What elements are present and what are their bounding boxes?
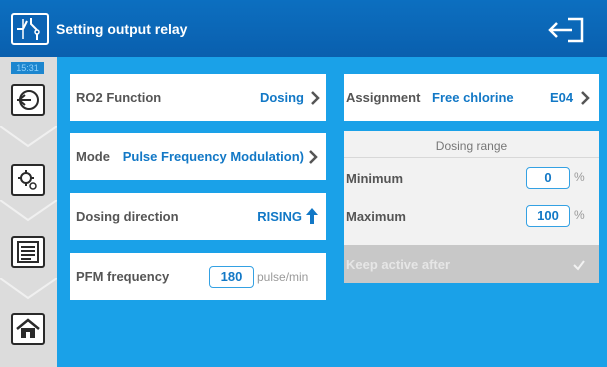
- exit-button[interactable]: [546, 17, 586, 43]
- home-button[interactable]: [11, 313, 45, 345]
- mode-label: Mode: [76, 149, 110, 164]
- direction-label: Dosing direction: [76, 209, 179, 224]
- function-value: Dosing: [259, 90, 304, 105]
- mode-row[interactable]: Mode Pulse Frequency Modulation): [70, 133, 326, 180]
- direction-value: RISING: [257, 209, 302, 224]
- divider-chevron: [0, 278, 57, 300]
- function-row[interactable]: RO2 Function Dosing: [70, 74, 326, 121]
- clock-badge: 15:31: [11, 62, 44, 74]
- mode-value-clip: Pulse Frequency Modulation): [116, 149, 304, 165]
- relay-switch-icon: [11, 13, 49, 45]
- mode-value: Pulse Frequency Modulation): [122, 149, 304, 164]
- chevron-right-icon: [581, 91, 590, 105]
- header-bar: Setting output relay: [0, 0, 607, 57]
- menu-button[interactable]: [11, 236, 45, 268]
- divider: [344, 157, 599, 158]
- pfm-input[interactable]: 180: [209, 266, 254, 288]
- function-label: RO2 Function: [76, 90, 162, 105]
- settings-gear-icon: [18, 170, 37, 190]
- minimum-label: Minimum: [346, 171, 404, 186]
- arrow-up-icon: [306, 208, 318, 224]
- chevron-right-icon: [309, 150, 318, 164]
- checkmark-icon[interactable]: [573, 259, 585, 271]
- assignment-row[interactable]: Assignment Free chlorine E04: [344, 74, 599, 121]
- exit-door-icon: [548, 17, 584, 43]
- maximum-unit: %: [574, 208, 585, 222]
- direction-row[interactable]: Dosing direction RISING: [70, 193, 326, 240]
- back-button[interactable]: [11, 84, 45, 116]
- home-icon: [16, 318, 40, 338]
- menu-list-icon: [17, 241, 39, 263]
- page-title: Setting output relay: [56, 21, 188, 37]
- keep-active-row[interactable]: Keep active after: [344, 245, 599, 283]
- back-arrow-icon: [17, 90, 39, 110]
- assignment-value: Free chlorine: [432, 90, 514, 105]
- maximum-label: Maximum: [346, 209, 406, 224]
- minimum-input[interactable]: 0: [526, 167, 570, 189]
- dosing-range-panel: Dosing range Minimum 0 % Maximum 100 % K…: [344, 131, 599, 283]
- chevron-right-icon: [311, 91, 320, 105]
- minimum-unit: %: [574, 170, 585, 184]
- pfm-row: PFM frequency 180 pulse/min: [70, 253, 326, 300]
- maximum-input[interactable]: 100: [526, 205, 570, 227]
- assignment-code: E04: [550, 90, 574, 105]
- pfm-label: PFM frequency: [76, 269, 170, 284]
- pfm-unit: pulse/min: [257, 270, 309, 284]
- keep-active-label: Keep active after: [346, 257, 451, 272]
- range-title: Dosing range: [435, 139, 508, 153]
- assignment-label: Assignment: [346, 90, 421, 105]
- settings-button[interactable]: [11, 164, 45, 196]
- divider-chevron: [0, 126, 57, 148]
- divider-chevron: [0, 200, 57, 222]
- screen: Setting output relay 15:31 RO2 Function …: [0, 0, 607, 367]
